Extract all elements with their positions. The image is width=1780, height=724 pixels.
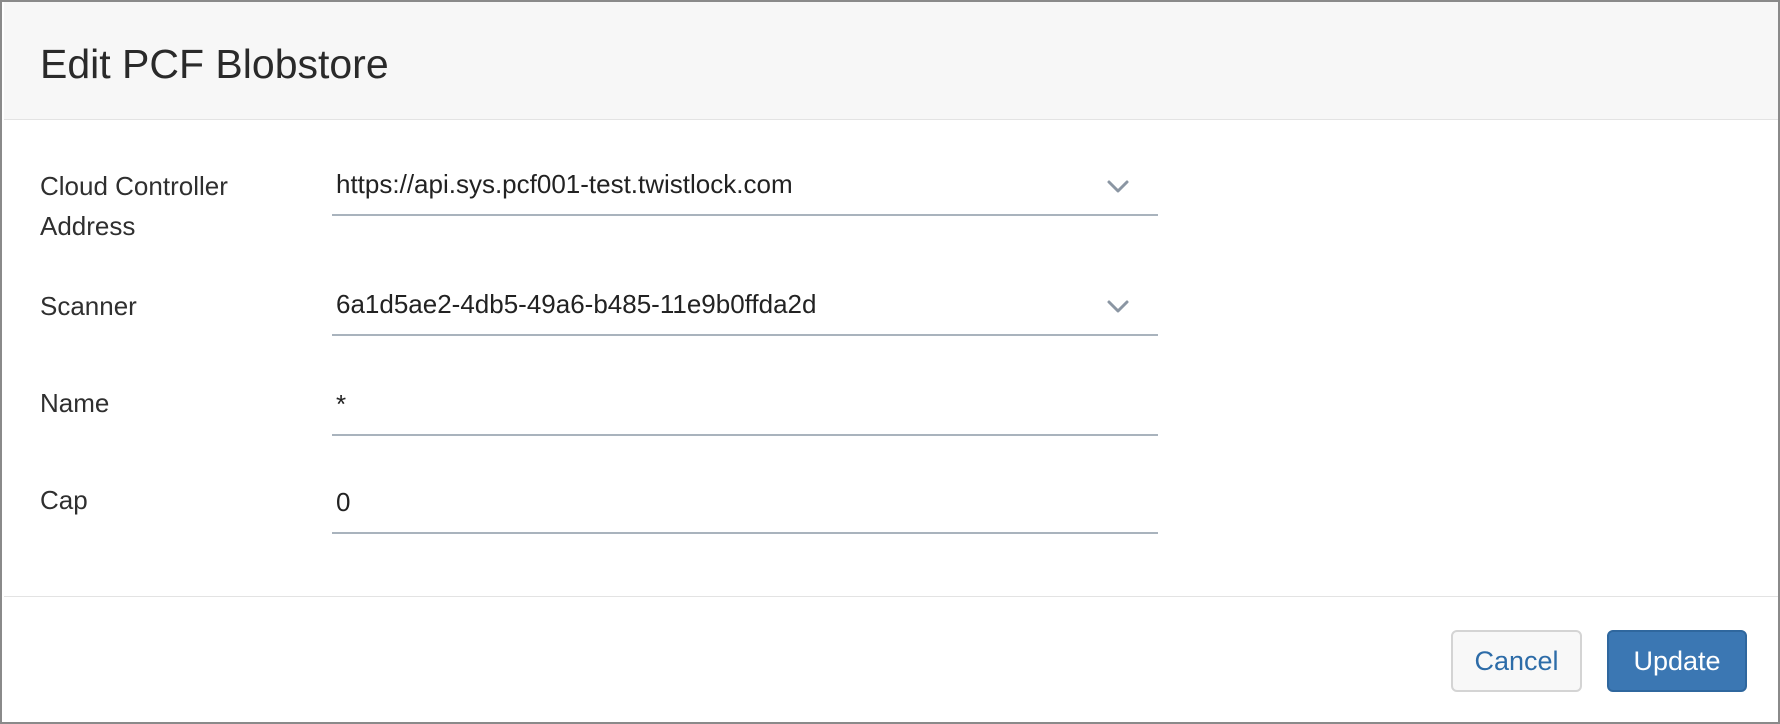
name-input[interactable]: * — [332, 378, 1158, 436]
name-label: Name — [40, 388, 110, 418]
cap-label: Cap — [40, 485, 88, 515]
name-value: * — [336, 389, 347, 419]
cloud-controller-label: Cloud Controller Address — [40, 166, 228, 246]
scanner-label: Scanner — [40, 291, 137, 321]
chevron-down-icon[interactable] — [1104, 292, 1132, 320]
dialog-header: Edit PCF Blobstore — [4, 2, 1778, 120]
chevron-down-icon[interactable] — [1104, 172, 1132, 200]
cloud-controller-label-line2: Address — [40, 211, 136, 241]
cancel-button[interactable]: Cancel — [1451, 630, 1582, 692]
dialog-title: Edit PCF Blobstore — [40, 41, 389, 87]
cap-value: 0 — [336, 487, 351, 517]
footer-divider — [4, 596, 1778, 597]
update-button[interactable]: Update — [1607, 630, 1747, 692]
scanner-select[interactable]: 6a1d5ae2-4db5-49a6-b485-11e9b0ffda2d — [332, 278, 1158, 336]
cloud-controller-value: https://api.sys.pcf001-test.twistlock.co… — [336, 169, 793, 199]
edit-blobstore-dialog: Edit PCF Blobstore Cloud Controller Addr… — [0, 0, 1780, 724]
cloud-controller-label-line1: Cloud Controller — [40, 171, 228, 201]
cloud-controller-select[interactable]: https://api.sys.pcf001-test.twistlock.co… — [332, 158, 1158, 216]
scanner-value: 6a1d5ae2-4db5-49a6-b485-11e9b0ffda2d — [336, 289, 817, 319]
cap-input[interactable]: 0 — [332, 476, 1158, 534]
